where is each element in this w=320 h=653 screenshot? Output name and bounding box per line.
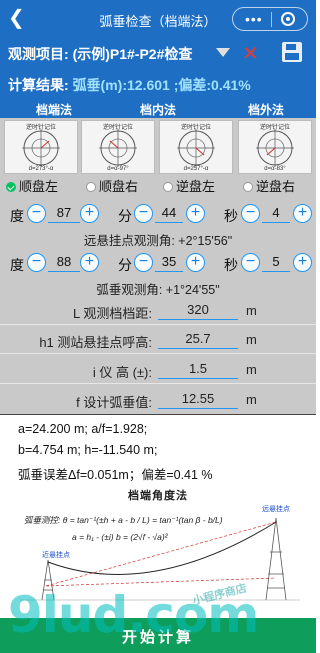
result-line: a=24.200 m; a/f=1.928; bbox=[18, 422, 148, 436]
radio-icon bbox=[243, 182, 253, 192]
sec-input[interactable]: 5 bbox=[262, 254, 290, 272]
far-angle-result: 远悬挂点观测角: +2°15'56" bbox=[83, 234, 233, 248]
save-icon[interactable] bbox=[282, 42, 302, 62]
radio-checked-icon bbox=[6, 182, 16, 192]
sec-plus-button[interactable]: + bbox=[293, 204, 312, 223]
min-input[interactable]: 44 bbox=[155, 205, 183, 223]
mode-radio-1[interactable]: 顺盘左 bbox=[6, 176, 58, 195]
deg-minus-button[interactable]: − bbox=[27, 253, 46, 272]
min-minus-button[interactable]: − bbox=[134, 253, 153, 272]
input-panel: 逆时针记位 d=273°-α 逆时针记位 d=α-97° 逆时针记位 d=257… bbox=[0, 118, 316, 414]
instrument-height-row: i 仪 高 (±): 1.5 m bbox=[92, 361, 257, 380]
project-row: 观测项目: (示例)P1#-P2#检查 bbox=[8, 44, 192, 64]
min-minus-button[interactable]: − bbox=[134, 204, 153, 223]
radio-icon bbox=[163, 182, 173, 192]
result-label: 计算结果: bbox=[8, 77, 69, 93]
theodolite-diagram[interactable]: 逆时针记位 d=α-83° bbox=[238, 120, 312, 174]
close-target-icon[interactable] bbox=[281, 12, 295, 26]
min-plus-button[interactable]: + bbox=[186, 253, 205, 272]
suspension-height-input[interactable]: 25.7 bbox=[158, 331, 238, 349]
project-label: 观测项目: bbox=[8, 46, 69, 62]
tab-outer-method[interactable]: 档外法 bbox=[248, 101, 284, 118]
suspension-height-row: h1 测站悬挂点呼高: 25.7 m bbox=[39, 331, 257, 350]
result-line: 弧垂误差Δf=0.051m；偏差=0.41 % bbox=[18, 468, 213, 482]
min-input[interactable]: 35 bbox=[155, 254, 183, 272]
project-header: 观测项目: (示例)P1#-P2#检查 ✕ 计算结果: 弧垂(m):12.601… bbox=[0, 38, 316, 98]
theodolite-diagram[interactable]: 逆时针记位 d=273°-α bbox=[4, 120, 78, 174]
span-length-row: L 观测档档距: 320 m bbox=[73, 302, 257, 321]
span-length-input[interactable]: 320 bbox=[158, 302, 238, 320]
result-row: 计算结果: 弧垂(m):12.601 ;偏差:0.41% bbox=[8, 75, 251, 95]
deg-plus-button[interactable]: + bbox=[80, 204, 99, 223]
instrument-height-input[interactable]: 1.5 bbox=[158, 361, 238, 379]
delete-icon[interactable]: ✕ bbox=[242, 41, 259, 66]
mode-radio-3[interactable]: 逆盘左 bbox=[163, 176, 215, 195]
sec-minus-button[interactable]: − bbox=[241, 204, 260, 223]
result-value: 弧垂(m):12.601 ;偏差:0.41% bbox=[72, 77, 251, 93]
deg-plus-button[interactable]: + bbox=[80, 253, 99, 272]
dropdown-arrow-icon[interactable] bbox=[216, 48, 230, 57]
result-line: b=4.754 m; h=-11.540 m; bbox=[18, 443, 158, 457]
deg-input[interactable]: 87 bbox=[48, 205, 80, 223]
more-dots-icon[interactable]: ••• bbox=[245, 11, 263, 27]
mode-radio-2[interactable]: 顺盘右 bbox=[86, 176, 138, 195]
sag-angle-result: 弧垂观测角: +1°24'55" bbox=[96, 283, 220, 297]
far-angle-input-row: 度 − 87 + 分 − 44 + 秒 − 4 + bbox=[0, 202, 316, 226]
project-select[interactable]: (示例)P1#-P2#检查 bbox=[73, 46, 193, 62]
min-plus-button[interactable]: + bbox=[186, 204, 205, 223]
method-tabs: 档端法 档内法 档外法 bbox=[0, 98, 316, 121]
sag-angle-input-row: 度 − 88 + 分 − 35 + 秒 − 5 + bbox=[0, 251, 316, 275]
theodolite-diagram[interactable]: 逆时针记位 d=257°-α bbox=[159, 120, 233, 174]
tab-inner-method[interactable]: 档内法 bbox=[140, 101, 176, 118]
mini-program-capsule: ••• bbox=[232, 7, 308, 31]
watermark-logo: 9lud.com bbox=[8, 586, 259, 644]
design-sag-input[interactable]: 12.55 bbox=[158, 391, 238, 409]
calc-results: a=24.200 m; a/f=1.928; b=4.754 m; h=-11.… bbox=[0, 414, 316, 483]
deg-minus-button[interactable]: − bbox=[27, 204, 46, 223]
theodolite-diagram[interactable]: 逆时针记位 d=α-97° bbox=[81, 120, 155, 174]
nav-bar: ❮ 弧垂检查（档端法） ••• bbox=[0, 0, 316, 38]
design-sag-row: f 设计弧垂值: 12.55 m bbox=[76, 391, 257, 410]
deg-input[interactable]: 88 bbox=[48, 254, 80, 272]
sec-input[interactable]: 4 bbox=[262, 205, 290, 223]
sec-plus-button[interactable]: + bbox=[293, 253, 312, 272]
radio-icon bbox=[86, 182, 96, 192]
sec-minus-button[interactable]: − bbox=[241, 253, 260, 272]
mode-radio-4[interactable]: 逆盘右 bbox=[243, 176, 295, 195]
